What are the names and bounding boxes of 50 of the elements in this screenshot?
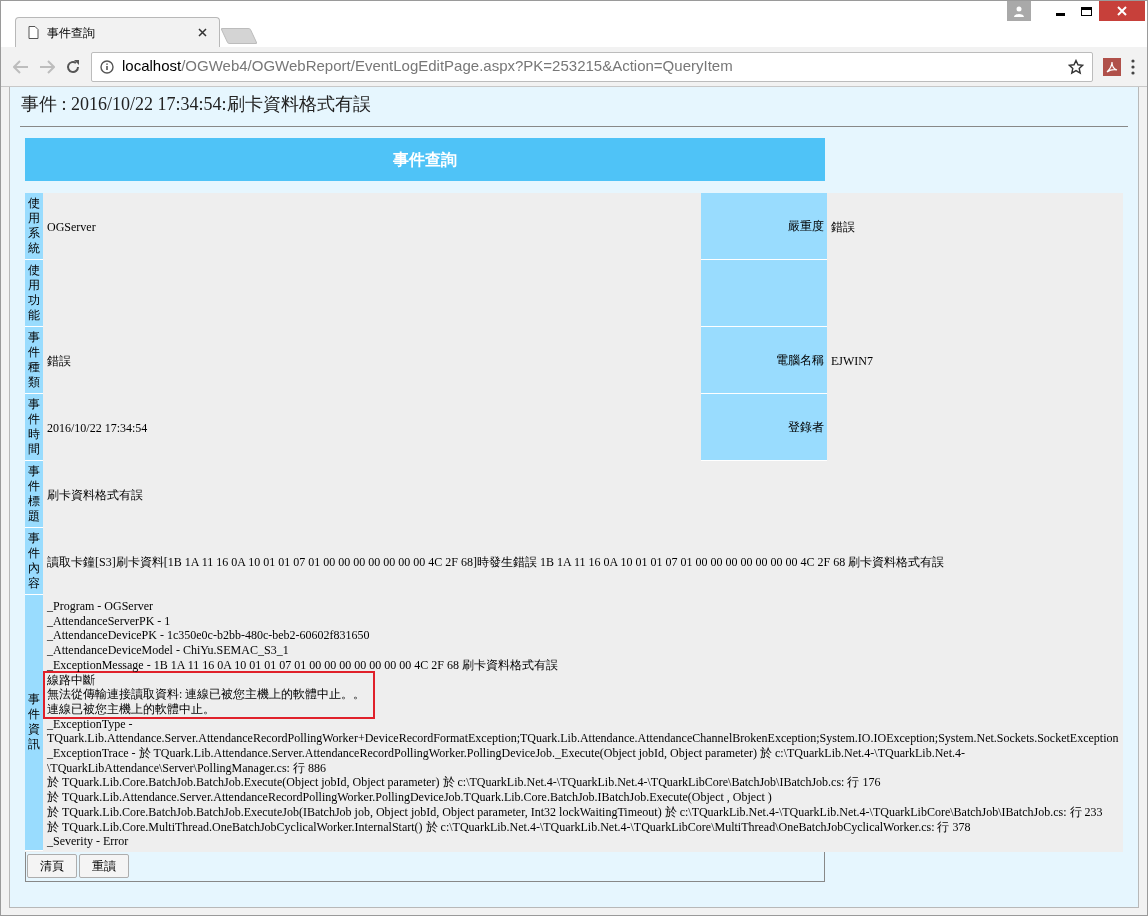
tab-title: 事件查詢 bbox=[47, 24, 96, 42]
row-label: 使用系統 bbox=[28, 196, 40, 256]
form-button[interactable]: 重讀 bbox=[79, 853, 129, 878]
field-value: 刷卡資料格式有誤 bbox=[47, 486, 143, 504]
close-icon[interactable] bbox=[198, 28, 207, 37]
field-label: 電腦名稱 bbox=[776, 352, 824, 369]
info-line: _ExceptionTrace - 於 TQuark.Lib.Attendance.Server.AttendanceRecordPollingWorker.PollingDeviceJob._Execute(Object jobId, Object parameter) 於 c:\TQuarkLib.Net.4-\TQuarkLib.Net.4- bbox=[47, 746, 965, 761]
form-button[interactable]: 清頁 bbox=[27, 853, 77, 878]
info-line: TQuark.Lib.Attendance.Server.AttendanceRecordPollingWorker+DeviceRecordFormatException;TQuark.Lib.Attendance.AttendanceChannelBrokenException;System.IO.IOException;System.Net.Sockets.SocketException bbox=[47, 731, 1119, 747]
info-line: 於 TQuark.Lib.Core.MultiThread.OneBatchJobCyclicalWorker.InternalStart() 於 c:\TQuarkLib.Net.4-\TQuarkLib.Net.4-\TQuarkLibCore\MultiThread\OneBatchJobCyclicalWorker.cs: 行 378 bbox=[47, 819, 971, 835]
address-bar[interactable]: localhost/OGWeb4/OGWebReport/EventLogEditPage.aspx?PK=253215&Action=QueryItem bbox=[91, 51, 1093, 82]
info-line: _ExceptionMessage - 1B 1A 11 16 0A 10 01 01 07 01 00 00 00 00 00 00 00 4C 2F 68 刷卡資料格式有誤 bbox=[47, 657, 558, 673]
info-line: 於 TQuark.Lib.Core.BatchJob.BatchJob.Execute(Object jobId, Object parameter) 於 c:\TQuarkLib.Net.4-\TQuarkLib.Net.4-\TQuarkLibCore\BatchJob\IBatchJob.cs: 行 176 bbox=[47, 775, 881, 791]
info-line: 連線已被您主機上的軟體中止。 bbox=[47, 701, 215, 717]
row-label: 事件資訊 bbox=[28, 692, 40, 753]
info-line: _ExceptionType - bbox=[47, 716, 133, 732]
field-label: 登錄者 bbox=[788, 419, 824, 436]
info-line: _Program - OGServer bbox=[47, 599, 153, 614]
info-line: 無法從傳輸連接讀取資料: 連線已被您主機上的軟體中止。。 bbox=[47, 687, 366, 702]
info-line: _AttendanceDevicePK - 1c350e0c-b2bb-480c-beb2-60602f831650 bbox=[47, 628, 370, 644]
info-line: _AttendanceServerPK - 1 bbox=[47, 613, 171, 629]
field-value: 錯誤 bbox=[47, 352, 71, 370]
row-label: 事件時間 bbox=[28, 397, 40, 457]
row-label: 事件種類 bbox=[28, 330, 40, 390]
reload-icon[interactable] bbox=[65, 58, 81, 75]
row-label: 事件標題 bbox=[28, 464, 40, 524]
menu-icon[interactable] bbox=[1131, 58, 1135, 75]
field-value: 讀取卡鐘[S3]刷卡資料[1B 1A 11 16 0A 10 01 01 07 01 00 00 00 00 00 00 00 4C 2F 68]時發生錯誤 1B 1A 11 16 0A 10 01 01 07 01 00 00 00 00 00 00 00 4C 2F 68 刷卡資料格式有誤 bbox=[47, 553, 945, 571]
pdf-icon[interactable] bbox=[1103, 57, 1121, 76]
info-line: 線路中斷 bbox=[47, 672, 95, 688]
info-line: 於 TQuark.Lib.Attendance.Server.AttendanceRecordPollingWorker.PollingDeviceJob.TQuark.Lib.Core.BatchJob.IBatchJob.Execute(Object , Object ) bbox=[47, 790, 772, 805]
star-icon[interactable] bbox=[1068, 58, 1084, 75]
info-line: _AttendanceDeviceModel - ChiYu.SEMAC_S3_1 bbox=[47, 643, 289, 658]
field-label: 嚴重度 bbox=[788, 218, 824, 235]
row-label: 使用功能 bbox=[28, 263, 40, 323]
close-window-icon[interactable] bbox=[1099, 1, 1145, 21]
info-line: \TQuarkLibAttendance\Server\PollingManager.cs: 行 886 bbox=[47, 760, 326, 776]
info-line: 於 TQuark.Lib.Core.BatchJob.BatchJob.ExecuteJob(IBatchJob job, Object jobId, Object parameter, Int32 lockWaitingTimeout) 於 c:\TQuarkLib.Net.4-\TQuarkLib.Net.4-\TQuarkLibCore\BatchJob\IBatchJob.cs: 行 233 bbox=[47, 804, 1103, 820]
panel-header: 事件查詢 bbox=[25, 138, 825, 181]
row-label: 事件內容 bbox=[28, 531, 40, 591]
page-title: 事件 : 2016/10/22 17:34:54:刷卡資料格式有誤 bbox=[21, 93, 372, 115]
info-icon[interactable] bbox=[100, 59, 114, 74]
url-text: localhost/OGWeb4/OGWebReport/EventLogEditPage.aspx?PK=253215&Action=QueryItem bbox=[122, 56, 734, 77]
field-value: 錯誤 bbox=[831, 218, 855, 236]
info-line: _Severity - Error bbox=[47, 834, 129, 849]
field-value: EJWIN7 bbox=[831, 352, 873, 370]
document-icon bbox=[28, 26, 39, 39]
field-value: OGServer bbox=[47, 218, 96, 236]
browser-tab[interactable]: 事件查詢 bbox=[15, 17, 220, 47]
field-value: 2016/10/22 17:34:54 bbox=[47, 419, 148, 437]
